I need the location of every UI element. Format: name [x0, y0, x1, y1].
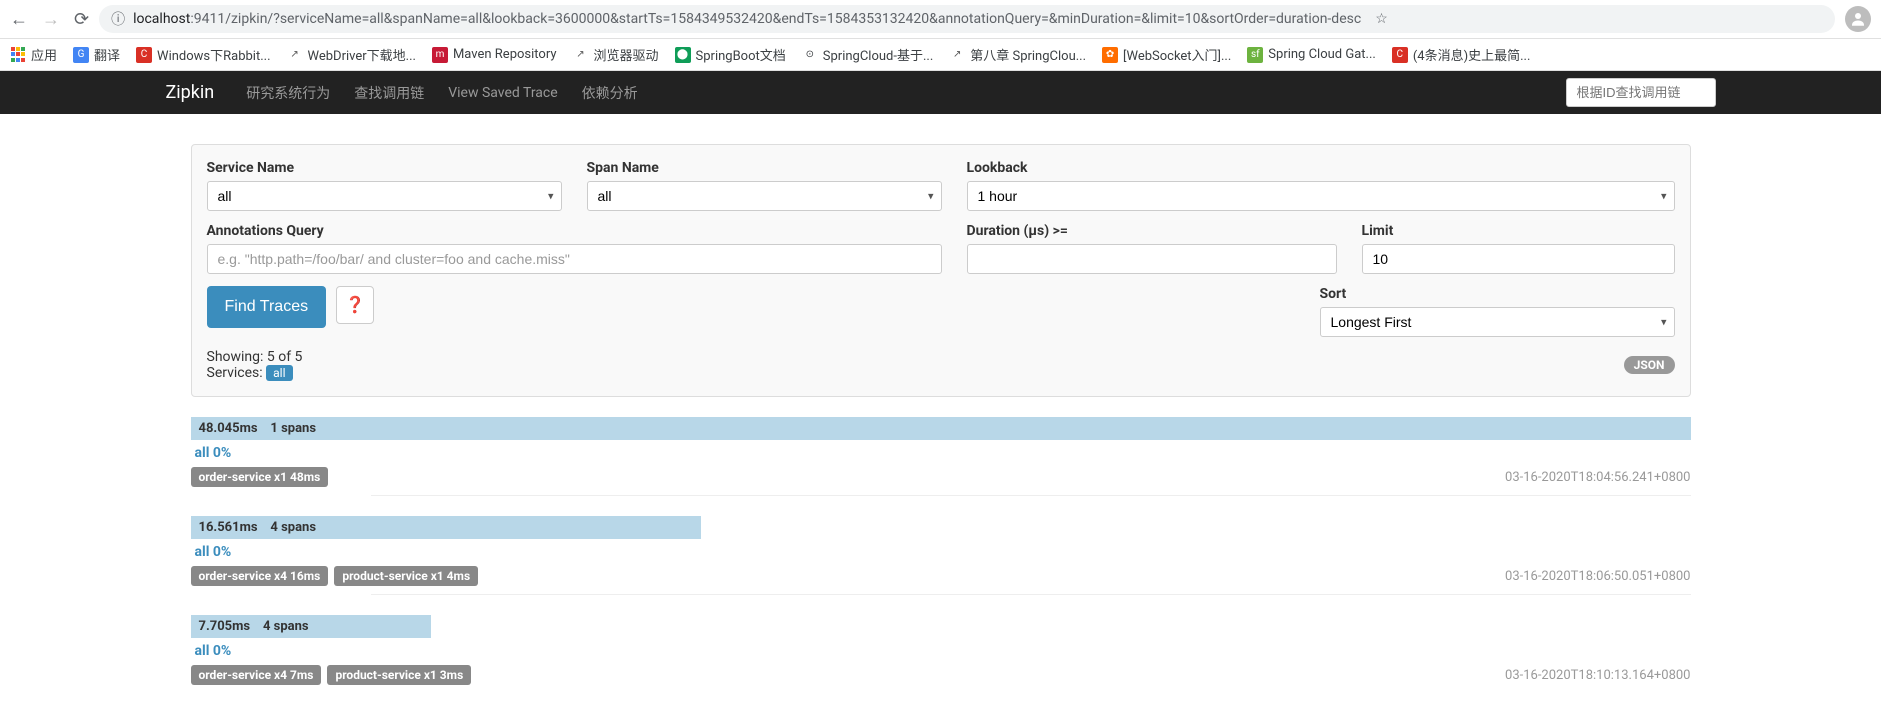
bookmark-icon: C [1392, 47, 1408, 63]
bookmark-icon: ✿ [1102, 47, 1118, 63]
question-icon: ❓ [345, 295, 365, 315]
bookmark-label: [WebSocket入门]... [1123, 45, 1231, 64]
bookmark-label: 浏览器驱动 [594, 45, 659, 64]
limit-label: Limit [1362, 223, 1675, 239]
bookmark-icon: m [432, 47, 448, 63]
apps-button[interactable]: 应用 [10, 45, 57, 64]
bookmark-label: Maven Repository [453, 47, 557, 62]
apps-icon [10, 47, 26, 63]
service-name-select[interactable] [207, 181, 562, 211]
address-bar[interactable]: ⓘ localhost:9411/zipkin/?serviceName=all… [99, 5, 1835, 33]
bookmark-icon: ⊙ [802, 47, 818, 63]
url-text: localhost:9411/zipkin/?serviceName=all&s… [133, 11, 1361, 27]
bookmarks-bar: 应用 G 翻译 C Windows下Rabbit... ↗ WebDriver下载地.… [0, 39, 1881, 71]
lookback-label: Lookback [967, 160, 1675, 176]
bookmark-websocket[interactable]: ✿ [WebSocket入门]... [1102, 45, 1231, 64]
trace-row[interactable]: 16.561ms 4 spans all 0%order-service x4 1… [191, 516, 1691, 586]
json-button[interactable]: JSON [1624, 356, 1675, 374]
browser-toolbar: ← → ⟳ ⓘ localhost:9411/zipkin/?serviceNa… [0, 0, 1881, 39]
limit-input[interactable] [1362, 244, 1675, 274]
translate-icon: G [73, 47, 89, 63]
bookmark-springboot[interactable]: ⬤ SpringBoot文档 [675, 45, 786, 64]
showing-count: Showing: 5 of 5 [207, 349, 303, 365]
bookmark-label: 应用 [31, 45, 57, 64]
trace-service-tag: product-service x1 4ms [334, 566, 478, 586]
bookmark-label: WebDriver下载地... [308, 45, 416, 64]
trace-row[interactable]: 7.705ms 4 spans all 0%order-service x4 7m… [191, 615, 1691, 685]
trace-divider [371, 594, 1691, 595]
bookmark-icon: C [136, 47, 152, 63]
trace-service-tag: order-service x4 16ms [191, 566, 329, 586]
bookmark-label: SpringCloud-基于... [823, 45, 933, 64]
trace-id-search-input[interactable] [1566, 78, 1716, 107]
bookmark-label: (4条消息)史上最简... [1413, 45, 1531, 64]
back-button[interactable]: ← [10, 9, 28, 30]
trace-tags: order-service x1 48ms [191, 467, 329, 487]
bookmark-label: Windows下Rabbit... [157, 45, 270, 64]
bookmark-springgateway[interactable]: sf Spring Cloud Gat... [1247, 47, 1376, 63]
bookmark-label: SpringBoot文档 [696, 45, 786, 64]
annotations-label: Annotations Query [207, 223, 942, 239]
bookmark-icon: ↗ [949, 47, 965, 63]
bookmark-history[interactable]: C (4条消息)史上最简... [1392, 45, 1531, 64]
find-traces-button[interactable]: Find Traces [207, 286, 327, 328]
trace-timestamp: 03-16-2020T18:10:13.164+0800 [1505, 668, 1690, 683]
brand-logo: Zipkin [166, 82, 215, 103]
app-navbar: Zipkin 研究系统行为 查找调用链 View Saved Trace 依赖分… [0, 71, 1881, 114]
bookmark-webdriver[interactable]: ↗ WebDriver下载地... [287, 45, 416, 64]
bookmark-icon: sf [1247, 47, 1263, 63]
trace-service-pct: all 0% [191, 542, 1691, 566]
duration-input[interactable] [967, 244, 1337, 274]
site-info-icon[interactable]: ⓘ [111, 9, 125, 29]
span-name-label: Span Name [587, 160, 942, 176]
lookback-select[interactable] [967, 181, 1675, 211]
sort-label: Sort [1320, 286, 1675, 302]
help-button[interactable]: ❓ [336, 286, 374, 324]
bookmark-icon: ⬤ [675, 47, 691, 63]
trace-service-tag: order-service x4 7ms [191, 665, 322, 685]
trace-timestamp: 03-16-2020T18:06:50.051+0800 [1505, 569, 1690, 584]
trace-service-tag: product-service x1 3ms [327, 665, 471, 685]
trace-tags: order-service x4 16msproduct-service x1 … [191, 566, 479, 586]
main-content: Service Name Span Name Lookback Annotati… [91, 114, 1791, 715]
bookmark-label: 翻译 [94, 45, 120, 64]
trace-service-pct: all 0% [191, 443, 1691, 467]
bookmark-translate[interactable]: G 翻译 [73, 45, 120, 64]
duration-label: Duration (µs) >= [967, 223, 1337, 239]
bookmark-icon: ↗ [287, 47, 303, 63]
trace-divider [371, 495, 1691, 496]
trace-timestamp: 03-16-2020T18:04:56.241+0800 [1505, 470, 1690, 485]
forward-button[interactable]: → [42, 9, 60, 30]
services-label: Services: [207, 365, 263, 381]
nav-study-system[interactable]: 研究系统行为 [234, 83, 342, 103]
annotations-input[interactable] [207, 244, 942, 274]
results-summary: Showing: 5 of 5 Services: all [207, 349, 303, 381]
span-name-select[interactable] [587, 181, 942, 211]
trace-duration-bar: 16.561ms 4 spans [191, 516, 701, 539]
nav-find-traces[interactable]: 查找调用链 [342, 83, 436, 103]
nav-saved-trace[interactable]: View Saved Trace [436, 85, 569, 101]
bookmark-maven[interactable]: m Maven Repository [432, 47, 557, 63]
bookmark-springcloud[interactable]: ⊙ SpringCloud-基于... [802, 45, 933, 64]
reload-button[interactable]: ⟳ [74, 9, 89, 30]
trace-duration-bar: 7.705ms 4 spans [191, 615, 431, 638]
bookmark-browserdriver[interactable]: ↗ 浏览器驱动 [573, 45, 659, 64]
nav-dependencies[interactable]: 依赖分析 [570, 83, 650, 103]
bookmark-star-icon[interactable]: ☆ [1369, 11, 1394, 27]
bookmark-icon: ↗ [573, 47, 589, 63]
trace-service-tag: order-service x1 48ms [191, 467, 329, 487]
trace-tags: order-service x4 7msproduct-service x1 3… [191, 665, 472, 685]
sort-select[interactable] [1320, 307, 1675, 337]
service-name-label: Service Name [207, 160, 562, 176]
bookmark-label: Spring Cloud Gat... [1268, 47, 1376, 62]
services-all-tag: all [266, 365, 292, 381]
trace-row[interactable]: 48.045ms 1 spans all 0%order-service x1 4… [191, 417, 1691, 487]
bookmark-rabbit[interactable]: C Windows下Rabbit... [136, 45, 270, 64]
trace-service-pct: all 0% [191, 641, 1691, 665]
bookmark-chapter8[interactable]: ↗ 第八章 SpringClou... [949, 45, 1086, 64]
profile-avatar-icon[interactable] [1845, 6, 1871, 32]
bookmark-label: 第八章 SpringClou... [970, 45, 1086, 64]
search-panel: Service Name Span Name Lookback Annotati… [191, 144, 1691, 397]
trace-duration-bar: 48.045ms 1 spans [191, 417, 1691, 440]
